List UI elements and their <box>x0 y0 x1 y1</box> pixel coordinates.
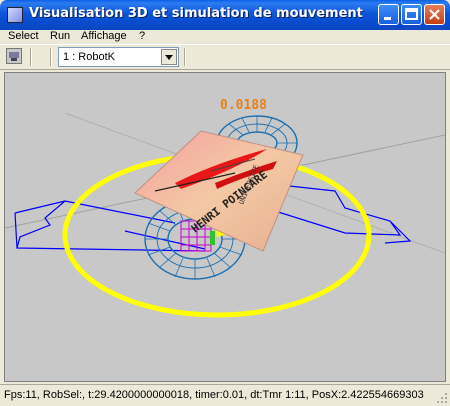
maximize-button[interactable] <box>401 4 422 25</box>
minimize-button[interactable] <box>378 4 399 25</box>
value-readout: 0.0188 <box>220 98 267 113</box>
window-title: Visualisation 3D et simulation de mouvem… <box>29 6 363 21</box>
toolbar: 1 : RobotK <box>0 44 450 70</box>
robot-select-dropdown[interactable]: 1 : RobotK <box>58 47 179 67</box>
close-icon <box>429 9 440 20</box>
green-joint <box>210 231 215 245</box>
3d-scene: HENRI POINCARE UNIVERSITE 0.0188 <box>5 98 445 318</box>
menu-affichage[interactable]: Affichage <box>81 30 127 42</box>
close-button[interactable] <box>424 4 445 25</box>
app-icon[interactable] <box>7 7 23 23</box>
menu-bar: Select Run Affichage ? <box>0 30 450 44</box>
minimize-icon <box>384 17 391 20</box>
toolbar-separator <box>30 48 32 66</box>
robot-select-value: 1 : RobotK <box>63 51 115 63</box>
3d-viewport[interactable]: HENRI POINCARE UNIVERSITE 0.0188 <box>4 72 446 382</box>
main-window: Visualisation 3D et simulation de mouvem… <box>0 0 450 406</box>
maximize-icon <box>405 8 418 20</box>
menu-help[interactable]: ? <box>139 30 145 42</box>
toolbar-separator <box>50 48 52 66</box>
menu-select[interactable]: Select <box>8 30 39 42</box>
chevron-down-icon[interactable] <box>161 49 177 65</box>
resize-grip-icon[interactable] <box>436 392 448 404</box>
status-text: Fps:11, RobSel:, t:29.4200000000018, tim… <box>4 389 424 401</box>
status-bar: Fps:11, RobSel:, t:29.4200000000018, tim… <box>0 384 450 406</box>
title-bar[interactable]: Visualisation 3D et simulation de mouvem… <box>0 0 450 30</box>
robot-tool-icon[interactable] <box>6 48 22 64</box>
menu-run[interactable]: Run <box>50 30 70 42</box>
toolbar-separator <box>184 48 186 66</box>
